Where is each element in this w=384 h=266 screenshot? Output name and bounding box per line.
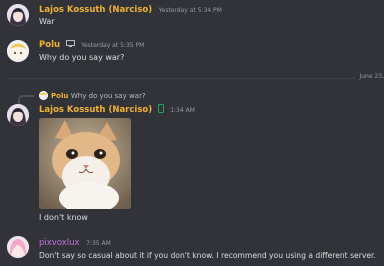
timestamp: Yesterday at 5:34 PM <box>158 7 222 14</box>
message-4: pixvoxlux 7:35 AM Don't say so casual ab… <box>0 232 384 266</box>
author-name[interactable]: pixvoxlux <box>39 238 80 248</box>
avatar[interactable] <box>7 40 29 62</box>
message-text: Why do you say war? <box>39 53 125 62</box>
message-1: Lajos Kossuth (Narciso) Yesterday at 5:3… <box>0 0 384 34</box>
timestamp: 1:34 AM <box>170 107 195 114</box>
message-text: War <box>39 17 55 26</box>
date-divider-label: June 23, <box>355 73 384 80</box>
timestamp: 7:35 AM <box>86 240 111 247</box>
cat-image-attachment[interactable] <box>39 118 131 209</box>
timestamp: Yesterday at 5:35 PM <box>81 42 145 49</box>
mobile-phone-icon <box>157 104 164 115</box>
author-name[interactable]: Lajos Kossuth (Narciso) <box>39 5 152 15</box>
message-text: I don't know <box>39 213 88 222</box>
reply-avatar <box>39 91 48 100</box>
date-divider-line <box>8 78 384 79</box>
author-name[interactable]: Polu <box>39 40 60 50</box>
reply-author[interactable]: Polu <box>51 92 68 100</box>
author-name[interactable]: Lajos Kossuth (Narciso) <box>39 105 152 115</box>
monitor-icon <box>65 40 75 49</box>
reply-text[interactable]: Why do you say war? <box>71 92 146 100</box>
message-text: Don't say so casual about it if you don'… <box>39 251 376 260</box>
message-2: Polu Yesterday at 5:35 PM Why do you say… <box>0 34 384 70</box>
avatar[interactable] <box>7 104 29 126</box>
avatar[interactable] <box>7 236 29 258</box>
avatar[interactable] <box>7 4 29 26</box>
reply-preview[interactable]: Polu Why do you say war? <box>51 91 146 100</box>
